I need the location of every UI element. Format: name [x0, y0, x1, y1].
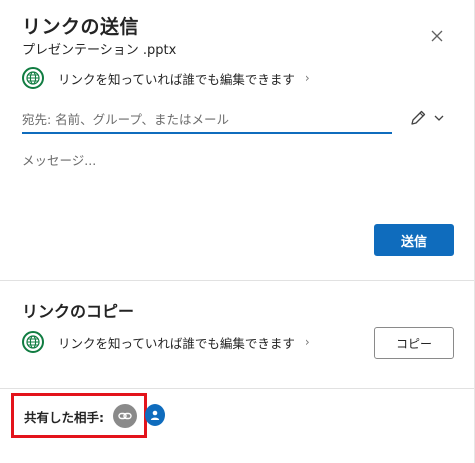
send-button[interactable]: 送信: [374, 224, 454, 256]
shared-person-avatar[interactable]: [145, 404, 165, 426]
person-icon: [150, 410, 160, 420]
recipients-input[interactable]: [22, 106, 392, 134]
globe-icon: [22, 67, 44, 89]
copy-link-permission-setting[interactable]: リンクを知っていれば誰でも編集できます ›: [22, 331, 310, 353]
permission-text: リンクを知っていれば誰でも編集できます: [58, 71, 295, 87]
copy-link-title: リンクのコピー: [22, 302, 135, 321]
send-link-dialog: リンクの送信 プレゼンテーション .pptx リンクを知っていれば誰でも編集でき…: [0, 0, 475, 463]
section-divider: [0, 280, 474, 281]
file-name: プレゼンテーション .pptx: [22, 43, 177, 58]
globe-icon: [22, 331, 44, 353]
chevron-right-icon: ›: [304, 335, 310, 349]
dialog-title: リンクの送信: [22, 16, 140, 38]
link-icon: [118, 412, 132, 420]
edit-permission-button[interactable]: [409, 109, 445, 127]
link-permission-setting[interactable]: リンクを知っていれば誰でも編集できます ›: [22, 67, 310, 89]
close-button[interactable]: [428, 27, 446, 45]
shared-link-avatar[interactable]: [113, 404, 137, 428]
message-input[interactable]: [22, 150, 452, 206]
shared-with-label: 共有した相手:: [24, 410, 104, 425]
copy-button[interactable]: コピー: [374, 327, 454, 359]
close-icon: [431, 30, 443, 42]
pencil-icon: [411, 110, 426, 125]
chevron-down-icon: [434, 115, 444, 121]
chevron-right-icon: ›: [304, 71, 310, 85]
permission-text: リンクを知っていれば誰でも編集できます: [58, 335, 295, 351]
